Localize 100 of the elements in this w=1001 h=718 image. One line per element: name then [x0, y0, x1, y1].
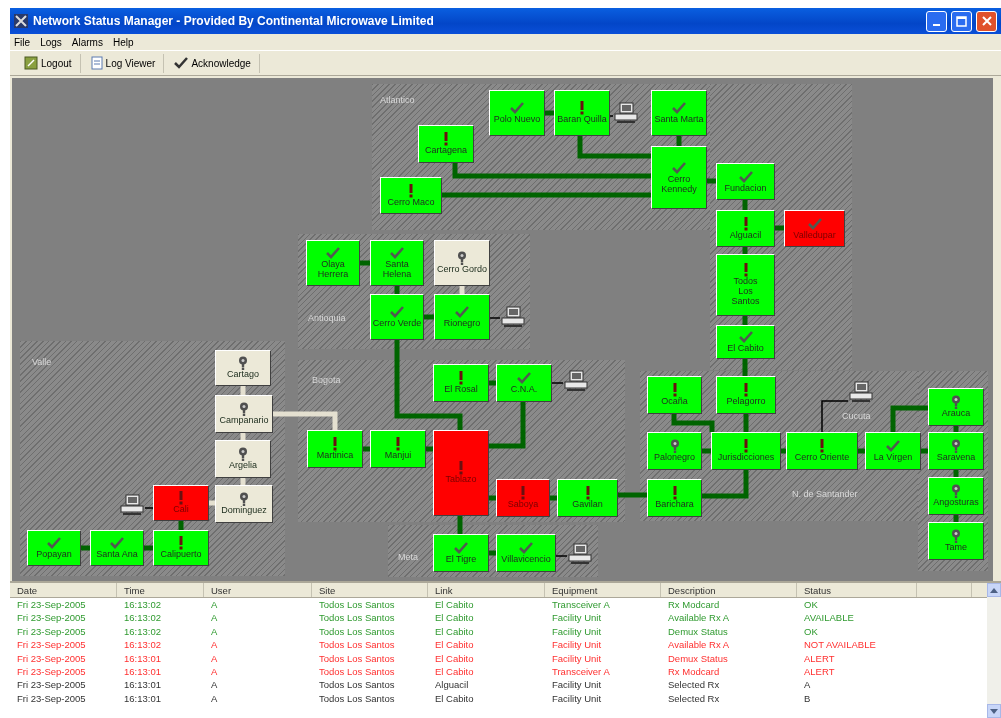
site-node[interactable]: Polo Nuevo	[489, 90, 545, 136]
site-node[interactable]: Martinica	[307, 430, 363, 468]
site-node[interactable]: Santa Helena	[370, 240, 424, 286]
site-node[interactable]: El Cabito	[716, 325, 775, 359]
link-line	[671, 414, 715, 432]
menu-item[interactable]: File	[14, 34, 31, 50]
site-node[interactable]: Campanario	[215, 395, 273, 433]
minimize-button[interactable]	[926, 10, 947, 32]
table-cell-text: Facility Unit	[551, 691, 603, 706]
node-label: Santa Marta	[654, 115, 704, 125]
site-node[interactable]: Cerro Gordo	[434, 240, 490, 286]
site-node[interactable]: Angosturas	[928, 477, 984, 515]
column-header[interactable]: Status	[797, 583, 917, 597]
table-cell-text: Todos Los Santos	[318, 664, 396, 679]
site-node[interactable]: Cartago	[215, 350, 271, 386]
link-line	[363, 446, 370, 452]
link-line	[81, 545, 90, 551]
column-header[interactable]: User	[204, 583, 312, 597]
site-node[interactable]: Palonegro	[647, 432, 702, 470]
site-node[interactable]: Barichara	[647, 479, 702, 517]
link-line	[743, 414, 749, 432]
table-cell-text: Fri 23-Sep-2005	[16, 638, 87, 652]
site-node[interactable]: Manjui	[370, 430, 426, 468]
node-label: C.N.A.	[510, 385, 538, 395]
node-label: Saravena	[936, 453, 976, 463]
scroll-down-button[interactable]	[987, 704, 1001, 718]
question-icon	[949, 439, 963, 454]
site-node[interactable]: Dominguez	[215, 485, 273, 523]
node-label: Polo Nuevo	[493, 115, 541, 125]
site-node[interactable]: Olaya Herrera	[306, 240, 360, 286]
link-line	[676, 136, 682, 146]
site-node[interactable]: Fundacion	[716, 163, 775, 200]
site-node[interactable]: Cerro Maco	[380, 177, 442, 214]
link-line	[209, 500, 215, 506]
column-header[interactable]: Equipment	[545, 583, 661, 597]
site-node[interactable]: El Tigre	[433, 534, 489, 572]
site-node[interactable]: Cartagena	[418, 125, 474, 163]
table-cell-text: AVAILABLE	[803, 611, 855, 625]
site-node[interactable]: Saravena	[928, 432, 984, 470]
table-cell-text: Todos Los Santos	[318, 678, 396, 692]
menu-item[interactable]: Alarms	[71, 34, 103, 50]
toolbar-button[interactable]: Logout	[16, 53, 81, 73]
site-node[interactable]: Ocaña	[647, 376, 702, 414]
table-cell-text: Fri 23-Sep-2005	[16, 611, 87, 625]
table-cell-text: Demux Status	[667, 651, 729, 665]
menu-item[interactable]: Help	[112, 34, 134, 50]
column-header[interactable]: Description	[661, 583, 797, 597]
site-node[interactable]: Cerro Verde	[370, 294, 424, 340]
link-line	[545, 110, 554, 116]
table-cell-text: 16:13:01	[123, 664, 162, 679]
link-line	[457, 516, 463, 534]
site-node[interactable]: La Virgen	[865, 432, 921, 470]
site-node[interactable]: Tame	[928, 522, 984, 560]
site-node[interactable]: Cerro Kennedy	[651, 146, 707, 209]
table-cell-text: 16:13:02	[123, 638, 162, 652]
site-node[interactable]: Gavilan	[557, 479, 618, 517]
table-cell-text: Facility Unit	[551, 678, 603, 692]
site-node[interactable]: El Rosal	[433, 364, 489, 402]
site-node[interactable]: Argelia	[215, 440, 271, 478]
table-cell-text: A	[210, 611, 219, 625]
toolbar-button[interactable]: Log Viewer	[82, 53, 165, 73]
site-node[interactable]: Cerro Oriente	[786, 432, 858, 470]
question-icon	[949, 529, 963, 544]
maximize-button[interactable]	[951, 10, 972, 32]
site-node[interactable]: Calipuerto	[153, 530, 209, 566]
scroll-up-button[interactable]	[987, 583, 1001, 597]
site-node[interactable]: Todos Los Santos	[716, 254, 775, 316]
check-icon	[110, 536, 124, 551]
question-icon	[949, 395, 963, 410]
question-icon	[236, 447, 250, 462]
region-label: Antioquia	[308, 312, 346, 325]
site-node[interactable]: Alguacil	[716, 210, 775, 247]
column-header[interactable]: Site	[312, 583, 428, 597]
site-node[interactable]: Jurisdicciones	[711, 432, 781, 470]
site-node[interactable]: Pelagorro	[716, 376, 776, 414]
site-node[interactable]: Santa Marta	[651, 90, 707, 136]
table-cell-text: El Cabito	[434, 624, 475, 639]
site-node[interactable]: Santa Ana	[90, 530, 144, 566]
node-label: Olaya Herrera	[316, 260, 350, 280]
close-button[interactable]	[976, 10, 997, 32]
menu-item[interactable]: Logs	[40, 34, 62, 50]
link-line	[618, 492, 647, 498]
site-node[interactable]: Rionegro	[434, 294, 490, 340]
site-node[interactable]: Arauca	[928, 388, 984, 426]
scrollbar[interactable]	[987, 583, 1001, 718]
check-icon	[47, 536, 61, 551]
column-header[interactable]: Link	[428, 583, 545, 597]
column-header[interactable]: Time	[117, 583, 204, 597]
column-header[interactable]: Date	[10, 583, 117, 597]
site-node[interactable]: Popayan	[27, 530, 81, 566]
toolbar-button[interactable]: Acknowledge	[166, 53, 260, 73]
site-node[interactable]: C.N.A.	[496, 364, 552, 402]
region-label: Valle	[32, 356, 52, 369]
site-node[interactable]: Villavicencio	[496, 534, 556, 572]
link-line	[489, 550, 496, 556]
site-node[interactable]: Baran Quilla	[554, 90, 610, 136]
table-cell-text: 16:13:01	[123, 691, 162, 706]
link-line	[781, 448, 786, 454]
table-cell-text: Fri 23-Sep-2005	[16, 624, 87, 639]
terminal-label: Cucuta	[842, 410, 871, 423]
